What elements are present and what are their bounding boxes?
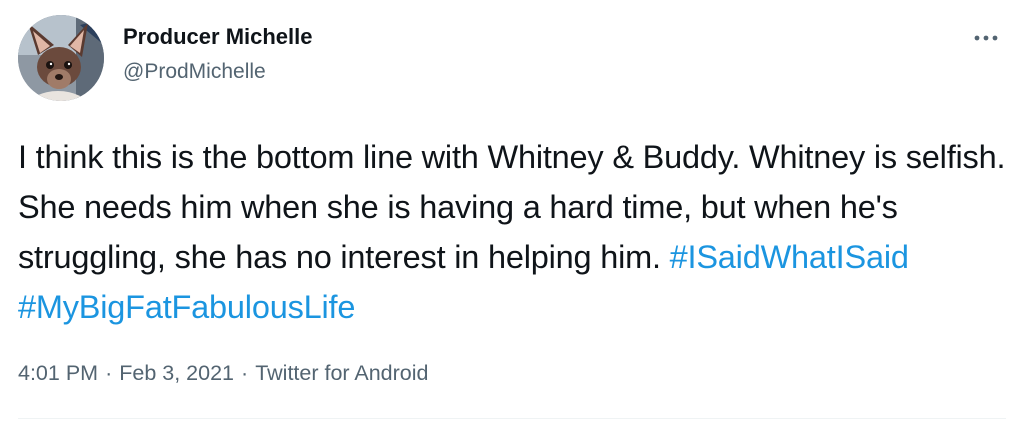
hashtag-link-mybigfatfabulouslife[interactable]: #MyBigFatFabulousLife (18, 289, 355, 325)
tweet-text: I think this is the bottom line with Whi… (18, 132, 1018, 332)
tweet-time[interactable]: 4:01 PM (18, 361, 98, 385)
tweet-date[interactable]: Feb 3, 2021 (119, 361, 234, 385)
user-handle[interactable]: @ProdMichelle (123, 60, 266, 84)
chihuahua-avatar-icon (18, 15, 104, 101)
meta-separator: · (241, 361, 249, 385)
tweet-meta: 4:01 PM · Feb 3, 2021 · Twitter for Android (18, 361, 428, 386)
tweet-source[interactable]: Twitter for Android (255, 361, 428, 385)
divider (18, 418, 1006, 419)
more-horizontal-icon[interactable] (968, 24, 1004, 52)
tweet-card: Producer Michelle @ProdMichelle I think … (0, 0, 1024, 422)
meta-separator: · (105, 361, 113, 385)
hashtag-link-isaidwhatisaid[interactable]: #ISaidWhatISaid (670, 239, 909, 275)
display-name[interactable]: Producer Michelle (123, 24, 313, 50)
avatar[interactable] (18, 15, 104, 101)
